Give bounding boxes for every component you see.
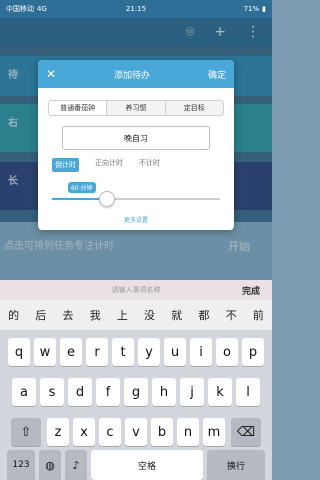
key[interactable]: m bbox=[203, 418, 225, 446]
network-type: 4G bbox=[37, 5, 47, 13]
carrier-name: 中国移动 bbox=[6, 5, 34, 13]
key[interactable]: h bbox=[152, 378, 176, 406]
space-key[interactable]: 空格 bbox=[91, 450, 203, 480]
clock: 21:15 bbox=[125, 5, 147, 13]
key[interactable]: o bbox=[216, 338, 238, 366]
candidate-word[interactable]: 就 bbox=[171, 307, 182, 323]
status-bar: 中国移动 4G 21:15 71% ▮ bbox=[0, 0, 272, 18]
candidate-word[interactable]: 我 bbox=[90, 307, 101, 323]
tab-normal-pomodoro[interactable]: 普通番茄钟 bbox=[49, 101, 108, 115]
mode-countdown[interactable]: 倒计时 bbox=[52, 158, 79, 172]
mode-no-timer[interactable]: 不计时 bbox=[139, 158, 160, 172]
keyboard-input-bar: 请输入事项名称 完成 bbox=[0, 280, 272, 300]
key[interactable]: l bbox=[236, 378, 260, 406]
candidate-word[interactable]: 不 bbox=[226, 307, 237, 323]
key[interactable]: t bbox=[112, 338, 134, 366]
candidate-word[interactable]: 后 bbox=[35, 307, 46, 323]
candidate-word[interactable]: 都 bbox=[198, 307, 209, 323]
candidate-word[interactable]: 前 bbox=[253, 307, 264, 323]
globe-icon[interactable]: ◍ bbox=[39, 450, 61, 480]
type-segmented-control: 普通番茄钟 养习惯 定目标 bbox=[48, 100, 224, 116]
confirm-button[interactable]: 确定 bbox=[208, 68, 226, 81]
key[interactable]: d bbox=[68, 378, 92, 406]
keyboard: q w e r t y u i o p a s d f g h j k l ⇧ … bbox=[0, 330, 272, 480]
numbers-key[interactable]: 123 bbox=[7, 450, 35, 480]
key[interactable]: z bbox=[47, 418, 69, 446]
key[interactable]: y bbox=[138, 338, 160, 366]
key[interactable]: v bbox=[125, 418, 147, 446]
key[interactable]: q bbox=[8, 338, 30, 366]
return-key[interactable]: 换行 bbox=[207, 450, 265, 480]
done-button[interactable]: 完成 bbox=[242, 284, 260, 297]
key[interactable]: a bbox=[12, 378, 36, 406]
shift-icon[interactable]: ⇧ bbox=[11, 418, 41, 446]
more-settings-link[interactable]: 更多设置 bbox=[38, 215, 234, 224]
keyboard-row-1: q w e r t y u i o p bbox=[0, 338, 272, 366]
key[interactable]: c bbox=[99, 418, 121, 446]
keyboard-row-2: a s d f g h j k l bbox=[0, 378, 272, 406]
key[interactable]: j bbox=[180, 378, 204, 406]
input-placeholder: 请输入事项名称 bbox=[111, 286, 161, 294]
candidate-word[interactable]: 上 bbox=[117, 307, 128, 323]
candidate-bar: 的 后 去 我 上 没 就 都 不 前 bbox=[0, 300, 272, 330]
add-todo-dialog: ✕ 添加待办 确定 普通番茄钟 养习惯 定目标 晚自习 倒计时 正向计时 不计时… bbox=[38, 60, 234, 230]
key[interactable]: u bbox=[164, 338, 186, 366]
key[interactable]: p bbox=[242, 338, 264, 366]
key[interactable]: w bbox=[34, 338, 56, 366]
key[interactable]: e bbox=[60, 338, 82, 366]
mode-count-up[interactable]: 正向计时 bbox=[95, 158, 123, 172]
key[interactable]: n bbox=[177, 418, 199, 446]
duration-slider[interactable]: 60 分钟 bbox=[52, 182, 220, 208]
key[interactable]: g bbox=[124, 378, 148, 406]
dialog-header: ✕ 添加待办 确定 bbox=[38, 60, 234, 88]
timer-mode-options: 倒计时 正向计时 不计时 bbox=[52, 158, 220, 172]
keyboard-row-4: 123 ◍ ♪ 空格 换行 bbox=[0, 450, 272, 480]
key[interactable]: k bbox=[208, 378, 232, 406]
battery-icon: ▮ bbox=[262, 5, 266, 13]
slider-thumb[interactable] bbox=[99, 191, 116, 207]
candidate-word[interactable]: 去 bbox=[62, 307, 73, 323]
todo-name-input[interactable]: 晚自习 bbox=[62, 126, 210, 150]
key[interactable]: s bbox=[40, 378, 64, 406]
candidate-word[interactable]: 的 bbox=[8, 307, 19, 323]
battery-percent: 71% bbox=[243, 5, 260, 13]
duration-tooltip: 60 分钟 bbox=[68, 182, 96, 193]
keyboard-row-3: ⇧ z x c v b n m ⌫ bbox=[0, 418, 272, 446]
microphone-icon[interactable]: ♪ bbox=[65, 450, 87, 480]
backspace-icon[interactable]: ⌫ bbox=[231, 418, 261, 446]
tab-habit[interactable]: 养习惯 bbox=[107, 101, 166, 115]
dialog-title: 添加待办 bbox=[114, 70, 151, 81]
key[interactable]: b bbox=[151, 418, 173, 446]
candidate-word[interactable]: 没 bbox=[144, 307, 155, 323]
key[interactable]: f bbox=[96, 378, 120, 406]
key[interactable]: r bbox=[86, 338, 108, 366]
key[interactable]: x bbox=[73, 418, 95, 446]
tab-goal[interactable]: 定目标 bbox=[165, 101, 223, 115]
key[interactable]: i bbox=[190, 338, 212, 366]
close-icon[interactable]: ✕ bbox=[46, 67, 56, 81]
